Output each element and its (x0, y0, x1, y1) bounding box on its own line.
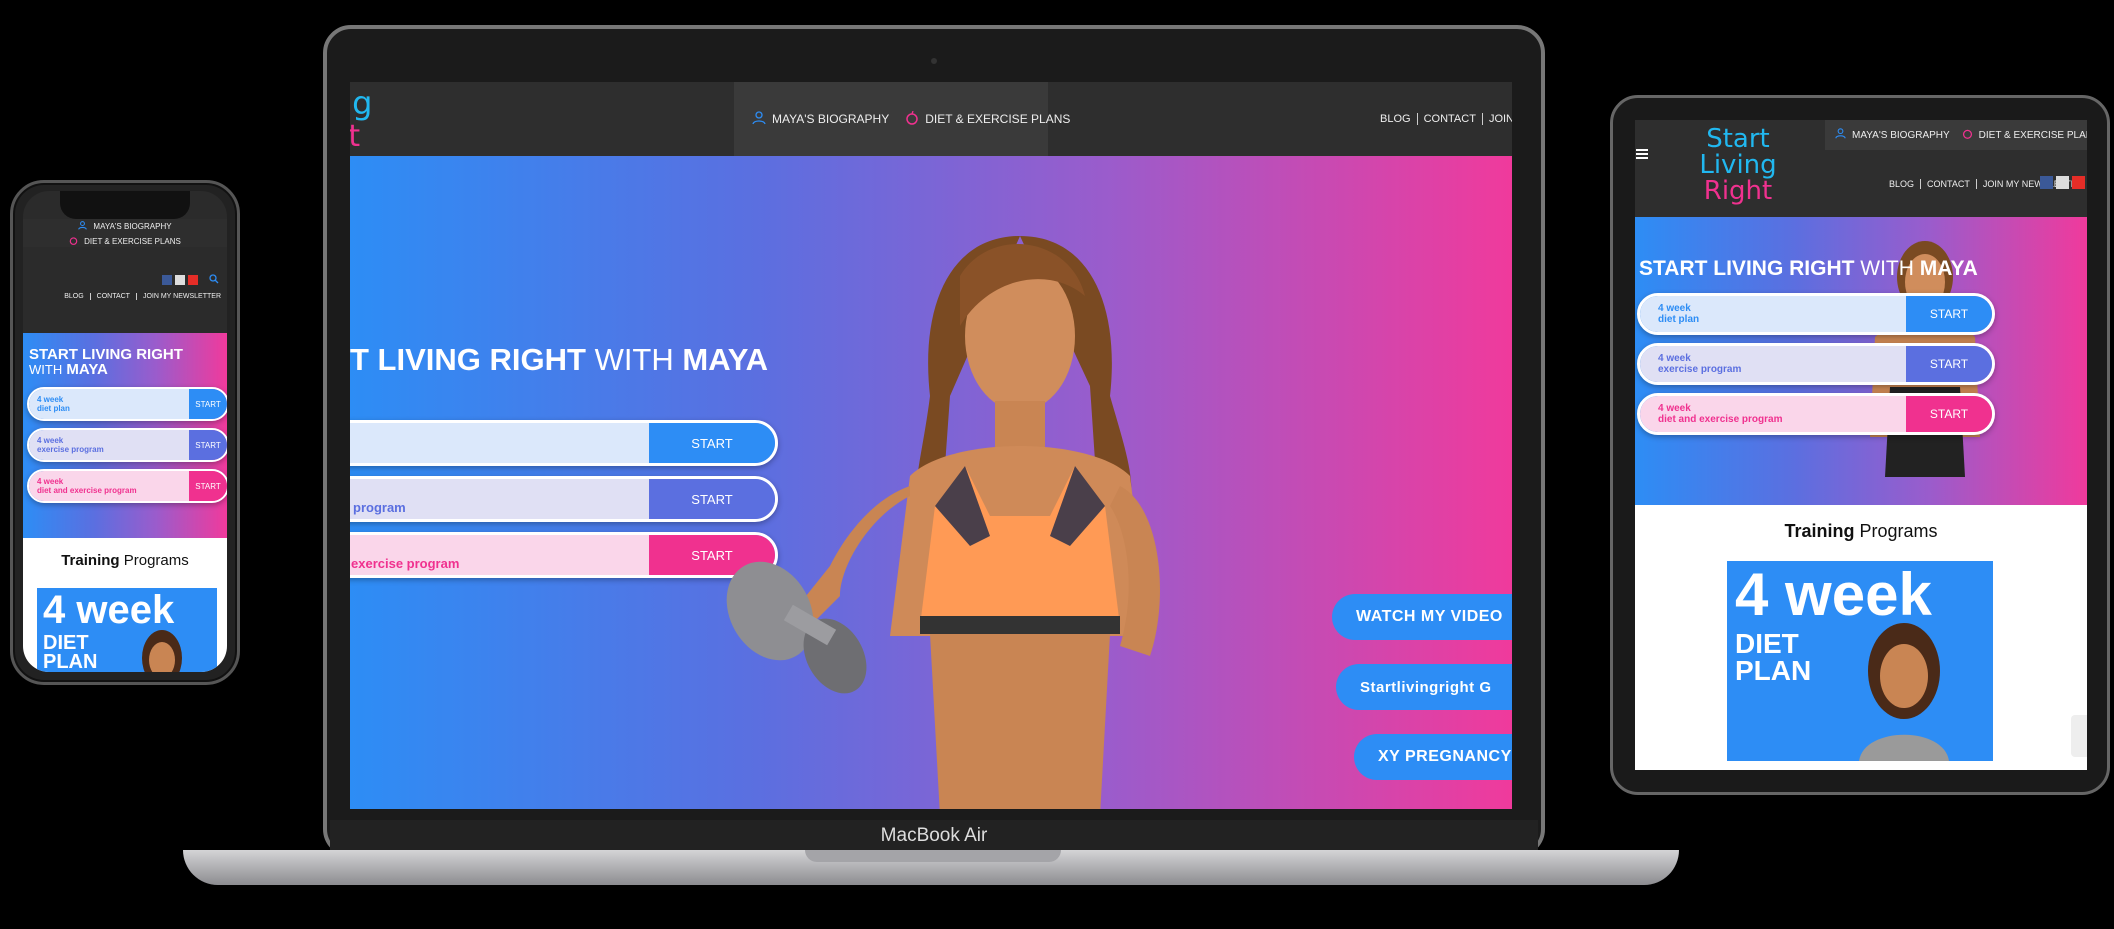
laptop-header: vingıt MAYA'S BIOGRAPHY DIET & EXERCISE … (350, 82, 1512, 156)
nav-biography-label: MAYA'S BIOGRAPHY (772, 112, 890, 126)
nav-plans-label: DIET & EXERCISE PLANS (1978, 129, 2087, 141)
device-mockup-stage: vingıt MAYA'S BIOGRAPHY DIET & EXERCISE … (0, 0, 2114, 929)
start-button[interactable]: START (1906, 346, 1992, 382)
youtube-icon[interactable] (188, 275, 198, 285)
cta-diet-plan[interactable]: 4 week diet plan START (1637, 293, 1995, 335)
startlivingright-link[interactable]: Startlivingright G (1336, 664, 1512, 710)
instagram-icon[interactable] (175, 275, 185, 285)
start-button[interactable]: START (189, 471, 227, 501)
tablet-hero: START LIVING RIGHT WITH MAYA 4 week diet … (1635, 217, 2087, 505)
camera-icon (931, 58, 937, 64)
cta-exercise-program[interactable]: 4 week exercise program START (27, 428, 227, 462)
person-icon (78, 221, 88, 232)
tablet-screen: Start Living Right MAYA'S BIOGRAPHY DIET … (1635, 120, 2087, 770)
laptop-screen: vingıt MAYA'S BIOGRAPHY DIET & EXERCISE … (350, 82, 1512, 809)
cta-exercise-program[interactable]: 4 week exercise program START (1637, 343, 1995, 385)
link-newsletter[interactable]: JOIN MY NEWSLETTER (135, 293, 221, 300)
apple-icon (1962, 128, 1973, 142)
start-button[interactable]: START (1906, 396, 1992, 432)
hero-title: START LIVING RIGHT WITH MAYA (29, 346, 183, 378)
cta-label: 4 week diet plan (29, 389, 189, 419)
diet-plan-card[interactable]: 4 week DIET PLAN (1727, 561, 1993, 761)
laptop-hinge-notch (805, 850, 1061, 862)
cta-label (350, 423, 649, 463)
apple-icon (905, 110, 919, 128)
tablet-training-section: Training Programs 4 week DIET PLAN (1635, 505, 2087, 770)
watch-video-button[interactable]: WATCH MY VIDEO (1332, 594, 1512, 640)
start-button[interactable]: START (1906, 296, 1992, 332)
phone-screen: MAYA'S BIOGRAPHY DIET & EXERCISE PLANS B… (23, 191, 227, 672)
maya-portrait (1859, 623, 1949, 761)
link-contact[interactable]: CONTACT (1920, 179, 1970, 189)
phone-subheader: BLOG CONTACT JOIN MY NEWSLETTER (23, 253, 227, 323)
cta-diet-plan[interactable]: 4 week diet plan START (27, 387, 227, 421)
start-button[interactable]: START (189, 430, 227, 460)
youtube-icon[interactable] (2072, 176, 2085, 189)
person-icon (752, 110, 766, 128)
link-newsletter[interactable]: JOIN MY (1481, 113, 1512, 125)
social-icons (162, 271, 219, 289)
cta-label: exercise program (350, 535, 649, 575)
nav-biography[interactable]: MAYA'S BIOGRAPHY (752, 110, 890, 128)
nav-plans-label: DIET & EXERCISE PLANS (925, 112, 1071, 126)
nav-plans[interactable]: DIET & EXERCISE PLANS (69, 236, 181, 247)
link-blog[interactable]: BLOG (1380, 113, 1411, 125)
cta-label: 4 week diet plan (1640, 296, 1906, 332)
hamburger-icon[interactable] (1635, 147, 1649, 164)
cta-diet-exercise[interactable]: 4 week diet and exercise program START (1637, 393, 1995, 435)
card-title: 4 week (1735, 561, 1932, 628)
card-title: 4 week (43, 588, 175, 632)
hero-banner: T LIVING RIGHT WITH MAYA START program ST… (350, 156, 1512, 809)
phone-hero: START LIVING RIGHT WITH MAYA 4 week diet p… (23, 333, 227, 538)
phone-notch (60, 191, 190, 219)
search-icon[interactable] (209, 271, 219, 289)
cta-label: 4 week diet and exercise program (1640, 396, 1906, 432)
cta-label: 4 week exercise program (1640, 346, 1906, 382)
maya-photo (726, 236, 1160, 809)
xy-pregnancy-link[interactable]: XY PREGNANCY (1354, 734, 1512, 780)
nav-biography-label: MAYA'S BIOGRAPHY (1852, 129, 1950, 141)
link-blog[interactable]: BLOG (1889, 179, 1914, 189)
recaptcha-badge[interactable] (2071, 715, 2087, 757)
nav-biography[interactable]: MAYA'S BIOGRAPHY (78, 221, 172, 232)
hero-title: START LIVING RIGHT WITH MAYA (1639, 257, 1978, 280)
facebook-icon[interactable] (162, 275, 172, 285)
tablet-frame: Start Living Right MAYA'S BIOGRAPHY DIET … (1610, 95, 2110, 795)
nav-biography[interactable]: MAYA'S BIOGRAPHY (1835, 128, 1950, 142)
link-contact[interactable]: CONTACT (1416, 113, 1476, 125)
nav-plans-label: DIET & EXERCISE PLANS (84, 237, 181, 246)
training-heading: Training Programs (1784, 521, 1938, 541)
cta-diet-exercise[interactable]: 4 week diet and exercise program START (27, 469, 227, 503)
site-logo[interactable]: vingıt (350, 87, 724, 152)
tablet-header: Start Living Right MAYA'S BIOGRAPHY DIET … (1635, 120, 2087, 217)
link-blog[interactable]: BLOG (64, 293, 83, 300)
phone-frame: MAYA'S BIOGRAPHY DIET & EXERCISE PLANS B… (10, 180, 240, 685)
nav-plans[interactable]: DIET & EXERCISE PLANS (1962, 128, 2087, 142)
nav-biography-label: MAYA'S BIOGRAPHY (93, 222, 172, 231)
training-heading: Training Programs (61, 552, 189, 569)
social-icons (2040, 176, 2085, 189)
phone-nav: MAYA'S BIOGRAPHY DIET & EXERCISE PLANS (23, 219, 227, 247)
start-button[interactable]: START (189, 389, 227, 419)
cta-label: program (350, 479, 649, 519)
link-contact[interactable]: CONTACT (89, 293, 130, 300)
nav-plans[interactable]: DIET & EXERCISE PLANS (905, 110, 1071, 128)
person-icon (1835, 128, 1846, 142)
secondary-links: BLOG CONTACT JOIN MY (1380, 113, 1512, 125)
phone-training-section: Training Programs 4 week DIET PLAN (23, 538, 227, 672)
cta-label: 4 week exercise program (29, 430, 189, 460)
diet-plan-card[interactable]: 4 week DIET PLAN (37, 588, 217, 672)
maya-portrait (142, 630, 182, 672)
instagram-icon[interactable] (2056, 176, 2069, 189)
site-logo[interactable]: Start Living Right (1673, 126, 1803, 204)
apple-icon (69, 236, 78, 247)
cta-label: 4 week diet and exercise program (29, 471, 189, 501)
secondary-links: BLOG CONTACT JOIN MY NEWSLETTER (64, 293, 221, 300)
main-nav: MAYA'S BIOGRAPHY DIET & EXERCISE PLANS (1825, 120, 2087, 150)
laptop-model-label: MacBook Air (330, 820, 1538, 850)
main-nav: MAYA'S BIOGRAPHY DIET & EXERCISE PLANS (734, 82, 1070, 156)
facebook-icon[interactable] (2040, 176, 2053, 189)
